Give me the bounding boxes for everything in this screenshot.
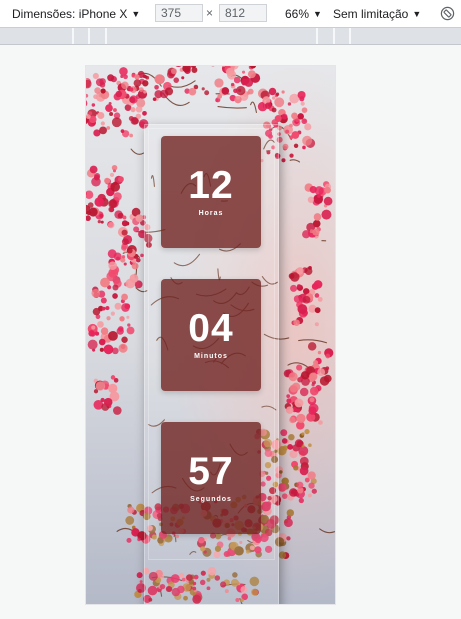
chevron-down-icon: ▼ <box>412 8 422 19</box>
seconds-card: 57 Segundos <box>161 422 261 534</box>
times-separator: × <box>206 6 214 20</box>
seconds-value: 57 <box>188 450 234 493</box>
minutes-value: 04 <box>188 307 234 350</box>
device-dimensions-label: Dimensões: iPhone X <box>12 6 128 21</box>
device-toolbar: Dimensões: iPhone X ▼ 375 × 812 66% ▼ Se… <box>0 0 461 27</box>
ruler-mark <box>333 28 335 45</box>
media-query-ruler[interactable] <box>0 27 461 45</box>
chevron-down-icon: ▼ <box>313 8 322 19</box>
ruler-border <box>0 44 461 45</box>
minutes-label: Minutos <box>194 353 228 360</box>
chevron-down-icon: ▼ <box>131 8 141 19</box>
minutes-card: 04 Minutos <box>161 279 261 391</box>
ruler-mark <box>349 28 351 45</box>
ruler-mark <box>72 28 74 45</box>
throttling-label: Sem limitação <box>333 6 409 21</box>
throttling-dropdown[interactable]: Sem limitação ▼ <box>333 0 421 27</box>
zoom-label: 66% <box>285 6 310 21</box>
hours-label: Horas <box>198 210 224 217</box>
seconds-label: Segundos <box>190 496 232 503</box>
ruler-mark <box>88 28 90 45</box>
height-input[interactable]: 812 <box>219 4 267 22</box>
device-viewport[interactable]: 12 Horas 04 Minutos 57 Segundos <box>86 66 335 604</box>
hours-value: 12 <box>188 164 234 207</box>
ruler-mark <box>316 28 318 45</box>
hours-card: 12 Horas <box>161 136 261 248</box>
zoom-dropdown[interactable]: 66% ▼ <box>285 0 322 27</box>
width-input[interactable]: 375 <box>155 4 203 22</box>
rotate-icon[interactable] <box>440 6 455 21</box>
ruler-mark <box>105 28 107 45</box>
device-dimensions-dropdown[interactable]: Dimensões: iPhone X ▼ <box>12 0 140 27</box>
